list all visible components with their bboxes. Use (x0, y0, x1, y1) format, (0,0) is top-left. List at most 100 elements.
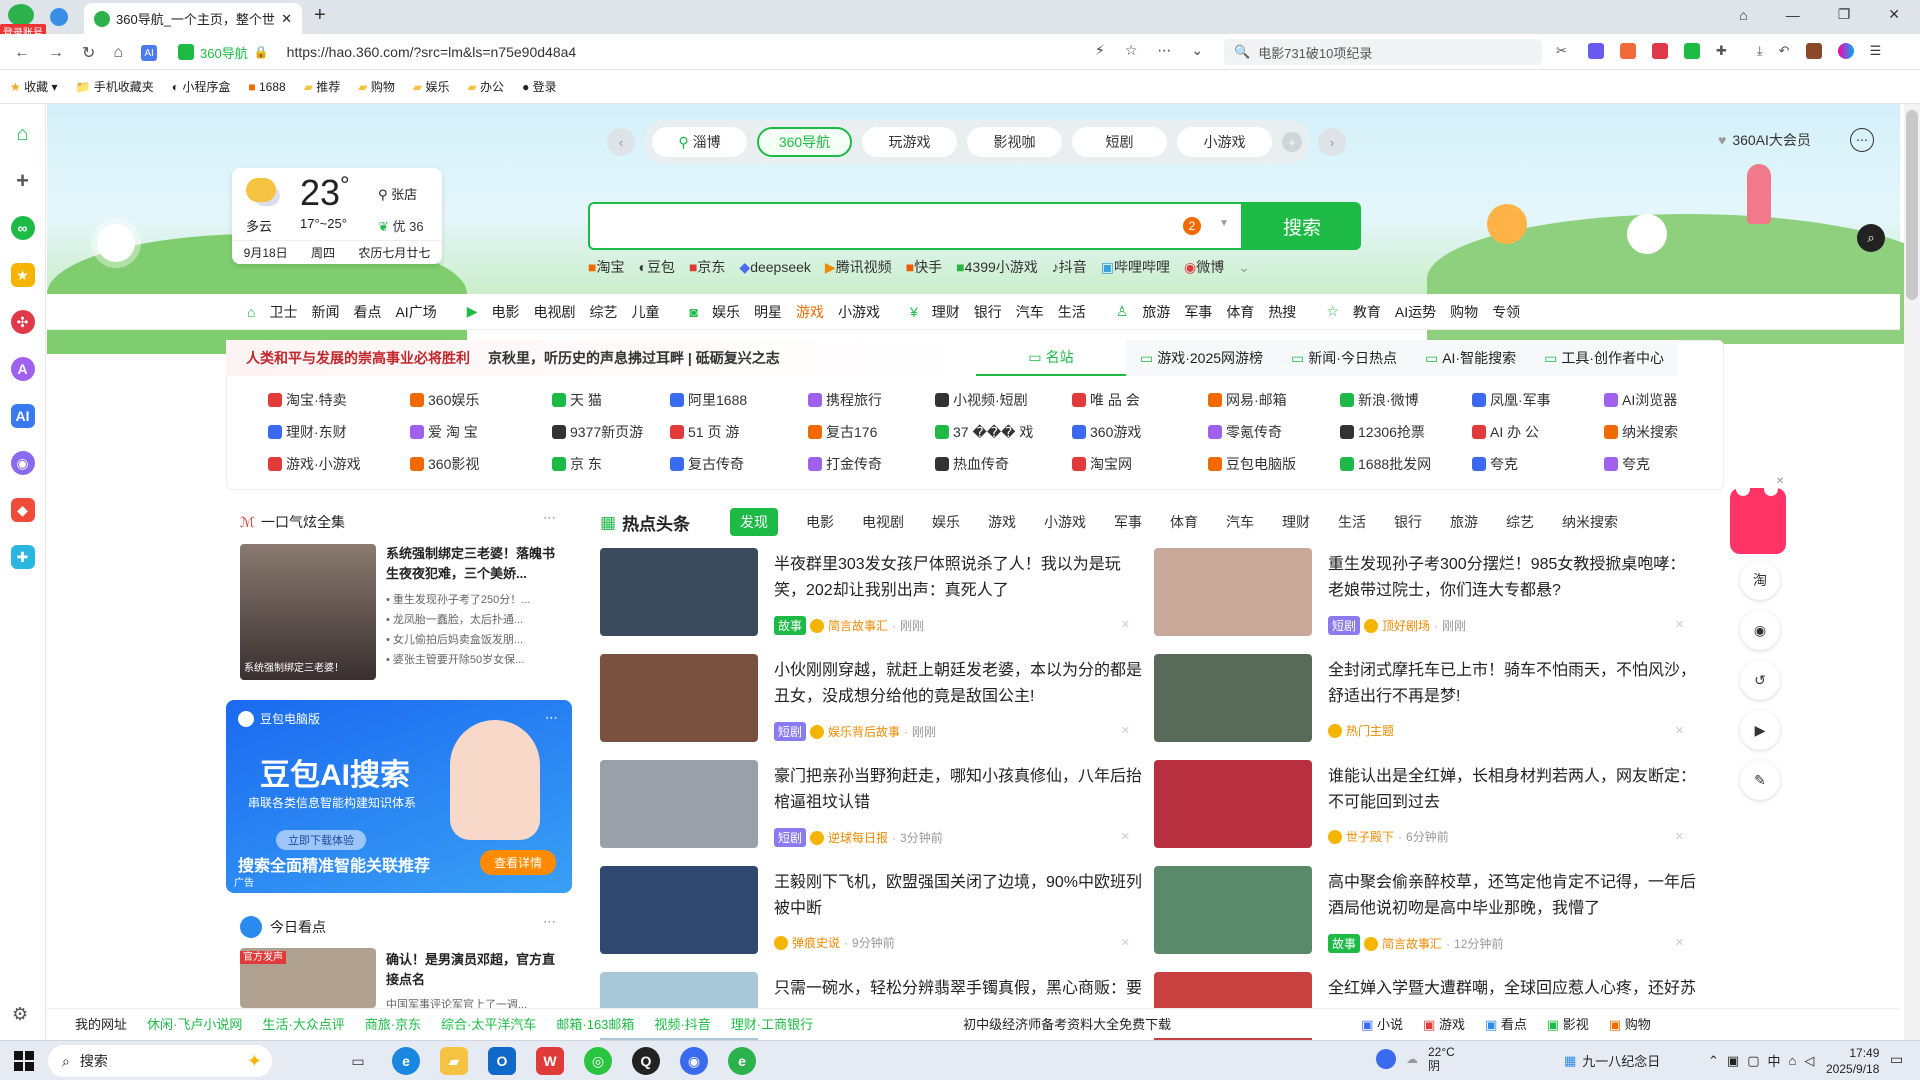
ime-indicator[interactable]: 中 (1768, 1051, 1781, 1070)
cat-link[interactable]: 电视剧 (533, 302, 575, 322)
bottom-video[interactable]: ▣ 影视 (1547, 1014, 1589, 1033)
bottom-link[interactable]: 视频·抖音 (654, 1014, 710, 1033)
news-item[interactable]: 高中聚会偷亲醉校草，还笃定他肯定不记得，一年后酒局他说初吻是高中毕业那晚，我懵了… (1154, 866, 1696, 966)
news-item[interactable]: 豪门把亲孙当野狗赶走，哪知小孩真修仙，八年后抬棺逼祖坟认错 短剧 逆球每日报 · 3分钟… (600, 760, 1142, 860)
settings-icon[interactable]: ⚙ (12, 1004, 28, 1025)
dropdown-icon[interactable]: ▼ (1219, 218, 1229, 229)
news-thumbnail[interactable] (600, 760, 758, 848)
card-title[interactable]: 今日看点 (270, 917, 326, 937)
cat-link[interactable]: 军事 (1184, 302, 1212, 322)
quicklink-jd[interactable]: ■京东 (689, 257, 725, 277)
site-tab-tools[interactable]: ▭ 工具·创作者中心 (1530, 340, 1678, 376)
profile-icon[interactable] (1837, 43, 1854, 59)
news-tab[interactable]: 体育 (1170, 512, 1198, 532)
cta-button[interactable]: 查看详情 (480, 850, 557, 875)
news-tab[interactable]: 综艺 (1506, 512, 1534, 532)
file-explorer-icon[interactable]: ▰ (440, 1047, 468, 1075)
telegram-icon[interactable] (50, 8, 68, 26)
site-link[interactable]: 零氪传奇 (1208, 422, 1282, 442)
shirt-icon[interactable]: ⌂ (1739, 7, 1747, 23)
bookmark-miniapp[interactable]: ◐ 小程序盒 (172, 78, 231, 95)
cat-link[interactable]: 购物 (1450, 302, 1478, 322)
bookmark-recommend[interactable]: ▰ 推荐 (304, 78, 341, 95)
more-icon[interactable]: ⋯ (543, 914, 556, 930)
site-link[interactable]: 复古传奇 (670, 454, 744, 474)
news-source[interactable]: 娱乐背后故事 (828, 723, 900, 740)
quicklink-4399[interactable]: ■4399小游戏 (956, 257, 1038, 277)
site-link[interactable]: 游戏·小游戏 (268, 454, 361, 474)
news-title[interactable]: 高中聚会偷亲醉校草，还笃定他肯定不记得，一年后酒局他说初吻是高中毕业那晚，我懵了 (1328, 870, 1698, 922)
news-tab[interactable]: 军事 (1114, 512, 1142, 532)
dismiss-icon[interactable]: ✕ (1675, 618, 1684, 631)
dismiss-icon[interactable]: ✕ (1675, 830, 1684, 843)
weather-widget[interactable]: 多云 23° 17°~25° ⚲ 张店 ❦ 优 36 9月18日 周四 农历七月… (232, 168, 442, 264)
site-link[interactable]: 纳米搜索 (1604, 422, 1678, 442)
bottom-kandian[interactable]: ▣ 看点 (1485, 1014, 1527, 1033)
cat-link[interactable]: 电影 (491, 302, 519, 322)
news-title[interactable]: 全红婵入学暨大遭群嘲，全球回应惹人心疼，还好苏 (1328, 976, 1698, 1002)
cat-link[interactable]: 综艺 (589, 302, 617, 322)
dismiss-icon[interactable]: ✕ (1121, 936, 1130, 949)
news-title[interactable]: 王毅刚下飞机，欧盟强国关闭了边境，90%中欧班列被中断 (774, 870, 1144, 922)
site-link[interactable]: 37 ��� 戏 (935, 422, 1033, 442)
clock[interactable]: 17:49 2025/9/18 (1826, 1045, 1879, 1077)
home-icon[interactable]: ⌂ (11, 122, 35, 146)
scissors-icon[interactable]: ✂ (1556, 43, 1572, 59)
news-title[interactable]: 豪门把亲孙当野狗赶走，哪知小孩真修仙，八年后抬棺逼祖坟认错 (774, 764, 1144, 816)
cat-link[interactable]: 儿童 (631, 302, 659, 322)
bottom-link[interactable]: 商旅·京东 (365, 1014, 421, 1033)
ai-icon[interactable]: AI (141, 45, 158, 61)
site-link[interactable]: 打金传奇 (808, 454, 882, 474)
site-link[interactable]: 淘宝网 (1072, 454, 1132, 474)
qq-icon[interactable]: Q (632, 1047, 660, 1075)
news-source[interactable]: 热门主题 (1346, 722, 1394, 739)
drama-thumbnail[interactable]: 系统强制绑定三老婆！ (240, 544, 376, 680)
news-tab[interactable]: 旅游 (1450, 512, 1478, 532)
channel-prev-icon[interactable]: ‹ (607, 128, 635, 156)
cat-link[interactable]: 明星 (754, 302, 782, 322)
bookmark-shopping[interactable]: ▰ 购物 (358, 78, 395, 95)
skin-icon[interactable]: ✎ (1740, 760, 1780, 800)
play-icon[interactable]: ▶ (1740, 710, 1780, 750)
bookmark-entertainment[interactable]: ▰ 娱乐 (413, 78, 450, 95)
briefcase-icon[interactable] (1805, 43, 1822, 59)
channel-zibo[interactable]: ⚲ 淄博 (652, 127, 747, 157)
cat-link[interactable]: 教育 (1353, 302, 1381, 322)
story-title[interactable]: 系统强制绑定三老婆！落魄书生夜夜犯难，三个美娇... (386, 544, 562, 584)
link-icon[interactable]: ∞ (10, 216, 35, 240)
site-link[interactable]: 9377新页游 (552, 422, 643, 442)
scrollbar-thumb[interactable] (1906, 110, 1918, 300)
site-link[interactable]: 理财·东财 (268, 422, 347, 442)
browser-app-icon[interactable]: ◉ (680, 1047, 708, 1075)
news-source[interactable]: 逆球每日报 (828, 829, 888, 846)
news-item[interactable]: 重生发现孙子考300分摆烂！985女教授掀桌咆哮：老娘带过院士，你们连大专都悬?… (1154, 548, 1694, 648)
bottom-link[interactable]: 休闲·飞卢小说网 (147, 1014, 242, 1033)
site-tab-games[interactable]: ▭ 游戏·2025网游榜 (1126, 340, 1277, 376)
plugin-icon[interactable]: ✚ (10, 545, 35, 569)
search-button[interactable]: 搜索 (1243, 202, 1361, 250)
more-icon[interactable]: ⋯ (543, 510, 556, 526)
dismiss-icon[interactable]: ✕ (1121, 724, 1130, 737)
list-item[interactable]: • 婆张主管要开除50岁女保... (386, 650, 566, 670)
news-title[interactable]: 谁能认出是全红婵，长相身材判若两人，网友断定：不可能回到过去 (1328, 764, 1698, 816)
news-tab[interactable]: 小游戏 (1044, 512, 1086, 532)
bottom-link[interactable]: 理财·工商银行 (731, 1014, 813, 1033)
add-channel-icon[interactable]: + (1282, 132, 1302, 152)
news-source[interactable]: 弹痕史说 (792, 934, 840, 951)
cat-link[interactable]: 新闻 (311, 302, 339, 322)
news-tab[interactable]: 电视剧 (862, 512, 904, 532)
bottom-link[interactable]: 邮箱·163邮箱 (556, 1014, 634, 1033)
news-thumbnail[interactable] (1154, 548, 1312, 636)
dismiss-icon[interactable]: ✕ (1121, 830, 1130, 843)
dismiss-icon[interactable]: ✕ (1121, 618, 1130, 631)
channel-minigames[interactable]: 小游戏 (1177, 127, 1272, 157)
cat-link[interactable]: 看点 (353, 302, 381, 322)
bottom-novel[interactable]: ▣ 小说 (1361, 1014, 1403, 1033)
browser-search-box[interactable]: 🔍 电影731破10项纪录 (1224, 39, 1542, 65)
bottom-link[interactable]: 生活·大众点评 (262, 1014, 344, 1033)
channel-360nav[interactable]: 360导航 (757, 127, 852, 157)
reload-icon[interactable]: ↻ (82, 43, 95, 63)
quicklink-weibo[interactable]: ◉微博 (1184, 257, 1224, 277)
my-urls[interactable]: 我的网址 (75, 1014, 127, 1033)
headline-a[interactable]: 人类和平与发展的崇高事业必将胜利 (246, 348, 470, 368)
